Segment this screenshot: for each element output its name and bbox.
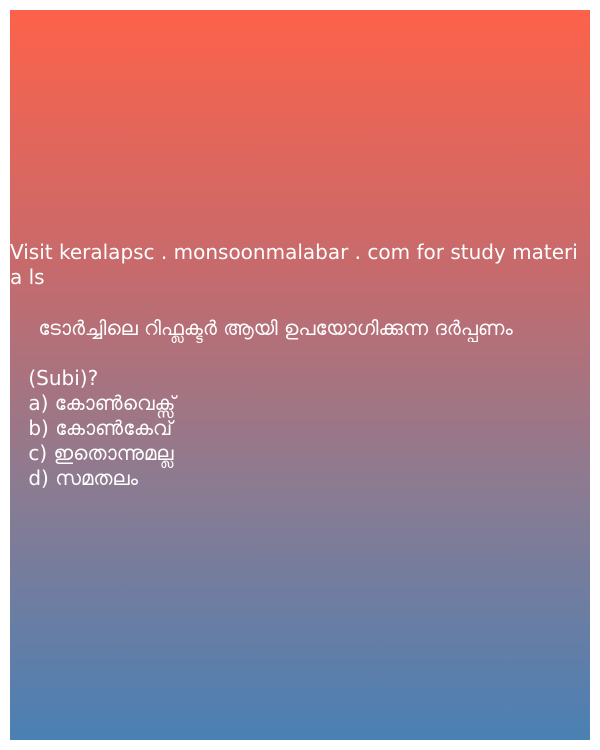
quiz-card: Visit keralapsc . monsoonmalabar . com f…	[10, 10, 590, 740]
promo-text: Visit keralapsc . monsoonmalabar . com f…	[10, 240, 578, 289]
option-c: c) ഇതൊന്നുമല്ല	[22, 441, 174, 465]
subject-tag: (Subi)?	[22, 366, 99, 390]
question-text: ടോർച്ചിലെ റിഫ്ലക്ടർ ആയി ഉപയോഗിക്കുന്ന ദർ…	[32, 316, 513, 340]
option-a: a) കോൺവെക്സ്	[22, 391, 176, 415]
option-d: d) സമതലം	[22, 466, 138, 490]
options-list: a) കോൺവെക്സ് b) കോൺകേവ് c) ഇതൊന്നുമല്ല d…	[22, 391, 175, 491]
option-b: b) കോൺകേവ്	[22, 416, 173, 440]
